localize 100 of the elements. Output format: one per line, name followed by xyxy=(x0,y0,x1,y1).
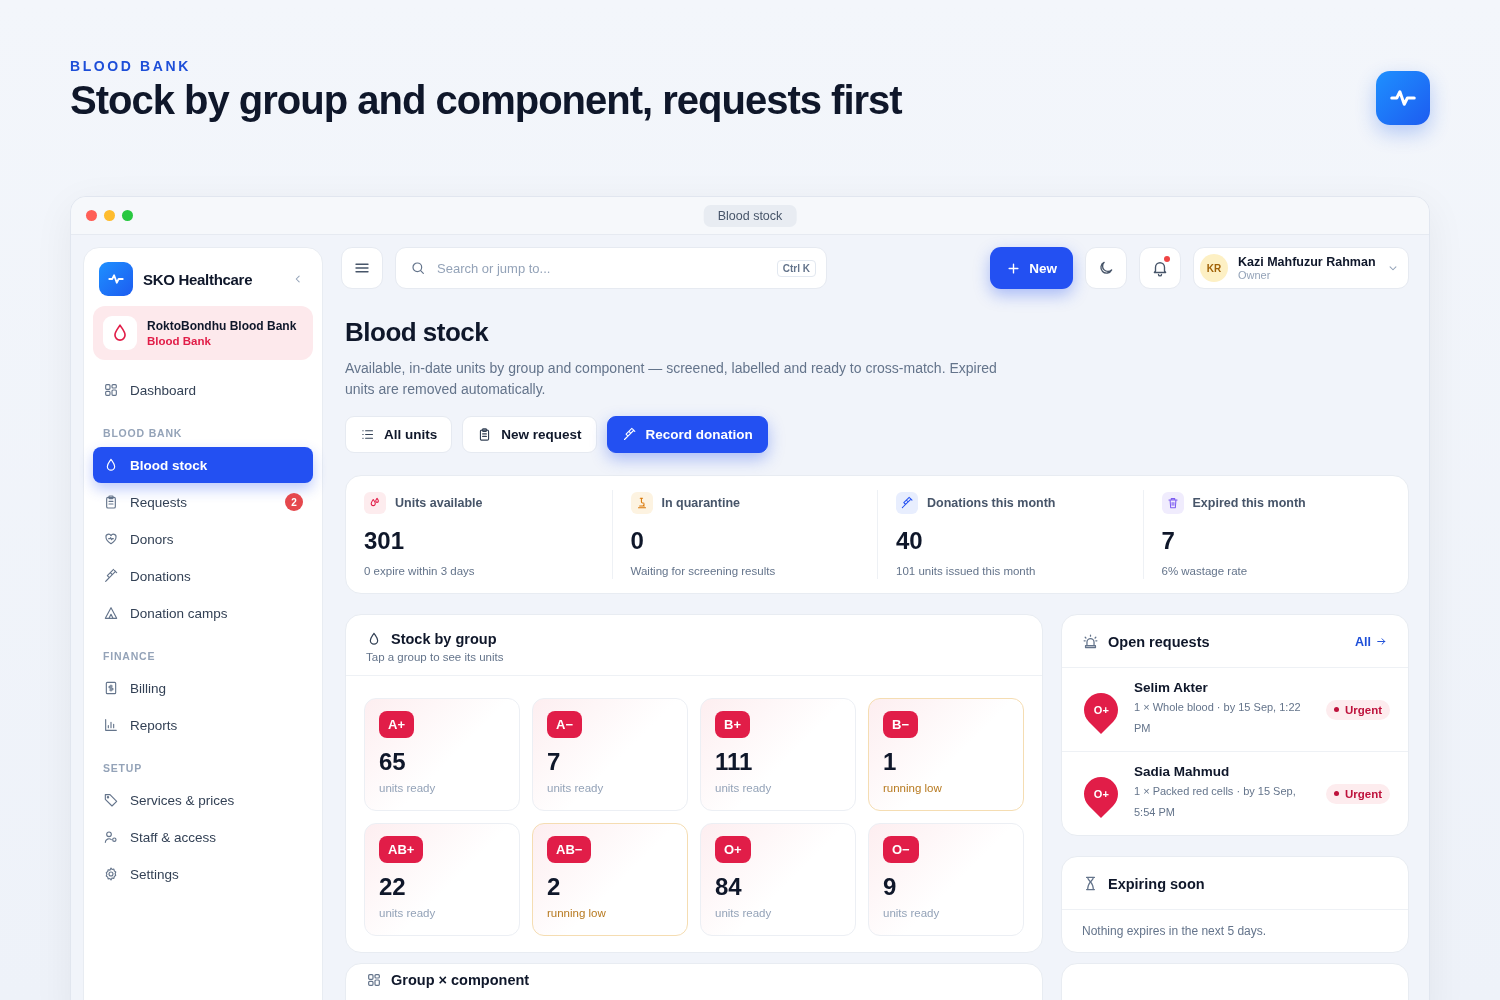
syringe-icon xyxy=(621,427,637,442)
moon-icon xyxy=(1097,259,1115,277)
user-menu[interactable]: KR Kazi Mahfuzur Rahman Owner xyxy=(1193,247,1409,289)
section-heading: SETUP xyxy=(102,761,143,776)
unit-count: 1 xyxy=(883,748,897,776)
menu-button[interactable] xyxy=(341,247,383,289)
card-title: Expiring soon xyxy=(1108,875,1205,892)
window-control[interactable] xyxy=(104,210,115,221)
arrow-right-icon xyxy=(1375,635,1388,648)
stock-status: units ready xyxy=(547,782,604,794)
request-detail: 1 × Whole blood · by 15 Sep, 1:22 PM xyxy=(1134,700,1302,736)
empty-message: Nothing expires in the next 5 days. xyxy=(1081,923,1268,940)
search-field[interactable]: Search or jump to... Ctrl K xyxy=(395,247,827,289)
stat-label: Expired this month xyxy=(1192,496,1306,510)
blood-group-tile[interactable]: O+ 84 units ready xyxy=(700,823,856,936)
search-icon xyxy=(410,260,426,276)
sidebar-item[interactable]: Settings xyxy=(93,856,313,892)
sidebar-item[interactable]: Donations xyxy=(93,558,313,594)
stat-label: Units available xyxy=(395,496,483,510)
section-heading: BLOOD BANK xyxy=(102,426,184,441)
unit-count: 7 xyxy=(547,748,561,776)
stock-status: units ready xyxy=(715,782,772,794)
notifications-button[interactable] xyxy=(1139,247,1181,289)
stock-status: units ready xyxy=(379,782,436,794)
stat-note: Waiting for screening results xyxy=(630,565,777,577)
stock-status: units ready xyxy=(715,907,772,919)
sidebar-item[interactable]: Billing xyxy=(93,670,313,706)
organization-card[interactable]: RoktoBondhu Blood Bank Blood Bank xyxy=(93,306,313,360)
sidebar-item[interactable]: Blood stock xyxy=(93,447,313,483)
blood-group-badge: A+ xyxy=(379,711,414,738)
blood-group-badge: O+ xyxy=(715,836,751,863)
priority-badge: Urgent xyxy=(1325,783,1390,804)
sidebar-item[interactable]: Staff & access xyxy=(93,819,313,855)
blood-group-badge: B− xyxy=(883,711,918,738)
siren-icon xyxy=(1082,633,1099,650)
settings-icon xyxy=(103,866,119,882)
page-heading: Stock by group and component, requests first xyxy=(70,78,902,122)
unit-count: 2 xyxy=(547,873,561,901)
window-title: Blood stock xyxy=(703,204,797,227)
stat-note: 101 units issued this month xyxy=(896,565,1037,577)
grid-icon xyxy=(366,972,382,988)
user-name: Kazi Mahfuzur Rahman xyxy=(1238,255,1376,269)
user-avatar: KR xyxy=(1200,254,1228,282)
blood-group-tile[interactable]: A− 7 units ready xyxy=(532,698,688,811)
sidebar-item[interactable]: Services & prices xyxy=(93,782,313,818)
stat-note: 0 expire within 3 days xyxy=(364,565,476,577)
view-all-link[interactable]: All xyxy=(1355,634,1388,649)
dashboard-icon xyxy=(103,382,119,398)
plus-icon xyxy=(1006,260,1022,276)
stock-status: running low xyxy=(883,782,942,794)
sidebar-item[interactable]: Donors xyxy=(93,521,313,557)
action-button[interactable]: All units xyxy=(345,416,453,453)
blood-group-tile[interactable]: B+ 111 units ready xyxy=(700,698,856,811)
new-button[interactable]: New xyxy=(990,247,1073,289)
page-description: Available, in-date units by group and component — screened, labelled and ready to cross-match. Expired units are removed automatically. xyxy=(345,359,998,399)
blood-group-tile[interactable]: B− 1 running low xyxy=(868,698,1024,811)
blood-group-tile[interactable]: A+ 65 units ready xyxy=(364,698,520,811)
sidebar-item[interactable]: Requests 2 xyxy=(93,484,313,520)
action-button[interactable]: Record donation xyxy=(606,416,768,453)
eyebrow-label: BLOOD BANK xyxy=(70,58,192,74)
heart-icon xyxy=(103,531,119,547)
blood-group-tile[interactable]: AB− 2 running low xyxy=(532,823,688,936)
sidebar-item[interactable]: Donation camps xyxy=(93,595,313,631)
stat-note: 6% wastage rate xyxy=(1161,565,1249,577)
bar-chart-icon xyxy=(103,717,119,733)
stat-value: 0 xyxy=(630,527,645,555)
stat-label: Donations this month xyxy=(927,496,1056,510)
unit-count: 84 xyxy=(715,873,742,901)
blood-group-tile[interactable]: AB+ 22 units ready xyxy=(364,823,520,936)
section-heading: FINANCE xyxy=(102,649,157,664)
stat-value: 40 xyxy=(896,527,924,555)
request-row[interactable]: O+ Sadia Mahmud 1 × Packed red cells · by 15 Sep, 5:54 PM Urgent xyxy=(1062,752,1408,835)
page-title: Blood stock xyxy=(345,317,490,348)
window-control[interactable] xyxy=(86,210,97,221)
card-title: Group × component xyxy=(391,972,530,988)
stat-label: In quarantine xyxy=(661,496,740,510)
user-role: Owner xyxy=(1238,269,1272,281)
action-button[interactable]: New request xyxy=(462,416,597,453)
stock-status: units ready xyxy=(379,907,436,919)
sidebar-item[interactable]: Dashboard xyxy=(93,372,313,408)
request-row[interactable]: O+ Selim Akter 1 × Whole blood · by 15 Sep, 1:22 PM Urgent xyxy=(1062,668,1408,752)
sidebar-item[interactable]: Reports xyxy=(93,707,313,743)
blood-group-badge: A− xyxy=(547,711,582,738)
tent-icon xyxy=(103,605,119,621)
search-input[interactable]: Search or jump to... xyxy=(435,259,768,277)
unit-count: 9 xyxy=(883,873,897,901)
window-control[interactable] xyxy=(122,210,133,221)
count-badge: 2 xyxy=(285,493,303,511)
stock-status: units ready xyxy=(883,907,940,919)
blood-group-badge: B+ xyxy=(715,711,750,738)
card-title: Stock by group xyxy=(391,631,497,647)
unit-count: 65 xyxy=(379,748,406,776)
priority-badge: Urgent xyxy=(1325,699,1390,720)
brand-name: SKO Healthcare xyxy=(143,270,254,288)
stock-status: running low xyxy=(547,907,606,919)
theme-toggle[interactable] xyxy=(1085,247,1127,289)
blood-group-tile[interactable]: O− 9 units ready xyxy=(868,823,1024,936)
shortcut-key: Ctrl K xyxy=(776,259,816,277)
blood-group-badge: AB− xyxy=(547,836,592,863)
syringe-icon xyxy=(103,568,119,584)
